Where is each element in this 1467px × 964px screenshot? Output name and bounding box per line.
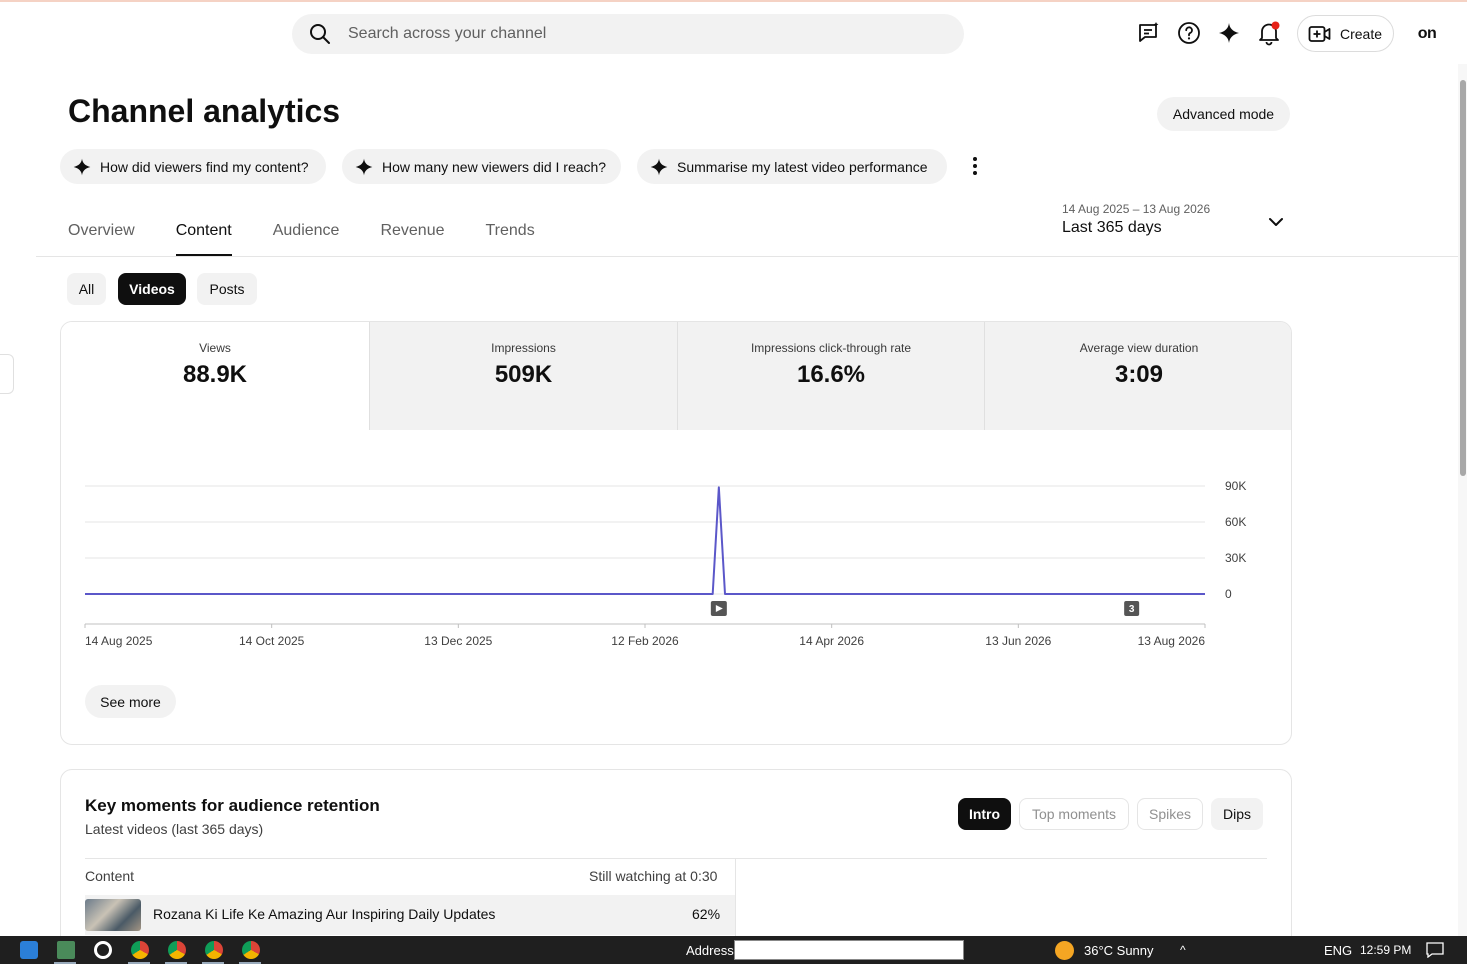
table-column-divider [735,858,736,938]
clock[interactable]: 12:59 PM [1360,943,1411,957]
notification-center-icon[interactable] [1426,942,1444,958]
chevron-up-icon[interactable]: ^ [1180,943,1186,957]
still-watching-value: 62% [692,906,721,922]
record-icon[interactable] [94,941,112,959]
key-moments-subtitle: Latest videos (last 365 days) [85,821,264,837]
x-tick-label: 13 Dec 2025 [424,634,492,648]
y-tick-label: 60K [1225,515,1246,529]
chrome-icon[interactable] [242,941,260,959]
table-divider [85,858,1267,859]
column-header-still-watching: Still watching at 0:30 [589,868,718,884]
segment-top-moments[interactable]: Top moments [1019,798,1129,830]
x-tick-label: 14 Aug 2025 [85,634,153,648]
weather-text[interactable]: 36°C Sunny [1084,943,1154,958]
see-more-button[interactable]: See more [85,685,176,718]
x-tick-label: 12 Feb 2026 [611,634,679,648]
y-tick-label: 0 [1225,587,1232,601]
calculator-icon[interactable] [57,941,75,959]
segment-spikes[interactable]: Spikes [1137,798,1203,830]
segment-dips[interactable]: Dips [1211,798,1263,830]
views-line-chart: 0 30K 60K 90K 14 Aug 2025 14 Oct 2025 13 Dec 2… [84,479,1246,648]
outlook-icon[interactable] [20,941,38,959]
segment-intro[interactable]: Intro [958,798,1011,830]
video-thumbnail[interactable] [85,899,141,931]
weather-sun-icon[interactable] [1055,941,1074,960]
count-badge-label: 3 [1129,604,1135,615]
views-series-line [85,486,1205,595]
address-input[interactable] [734,940,964,960]
x-tick-label: 13 Aug 2026 [1138,634,1206,648]
x-tick-label: 14 Apr 2026 [799,634,864,648]
windows-taskbar: Address 36°C Sunny ^ ENG 12:59 PM [0,936,1467,964]
y-tick-label: 90K [1225,479,1246,493]
x-tick-label: 13 Jun 2026 [985,634,1051,648]
scrollbar-thumb[interactable] [1460,80,1466,476]
address-label: Address [686,943,734,958]
chrome-icon[interactable] [205,941,223,959]
key-moments-title: Key moments for audience retention [85,796,380,815]
chrome-icon[interactable] [168,941,186,959]
column-header-content: Content [85,868,135,884]
y-tick-label: 30K [1225,551,1246,565]
video-title[interactable]: Rozana Ki Life Ke Amazing Aur Inspiring … [153,906,495,922]
chrome-icon[interactable] [131,941,149,959]
x-tick-label: 14 Oct 2025 [239,634,305,648]
language-indicator[interactable]: ENG [1324,943,1352,958]
